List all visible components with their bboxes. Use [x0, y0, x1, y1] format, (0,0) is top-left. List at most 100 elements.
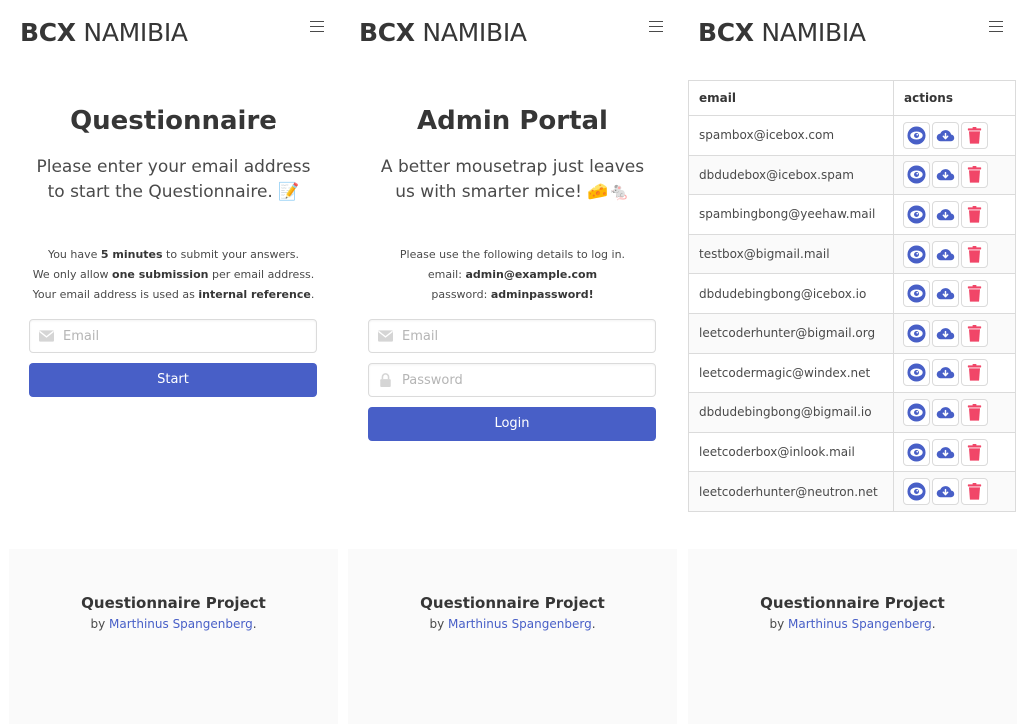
table-row: leetcoderhunter@neutron.net — [688, 471, 1016, 512]
brand-logo[interactable]: BCX NAMIBIA — [359, 18, 527, 47]
actions-cell — [893, 312, 1016, 354]
navbar: BCX NAMIBIA — [9, 0, 338, 70]
menu-burger-icon[interactable] — [649, 21, 663, 32]
email-cell: dbdudebingbong@bigmail.io — [688, 392, 894, 433]
table-row: leetcoderbox@inlook.mail — [688, 431, 1016, 473]
eye-icon — [907, 245, 926, 264]
download-button[interactable] — [932, 359, 959, 387]
email-input[interactable] — [63, 320, 313, 352]
page-subtitle: A better mousetrap just leaves us with s… — [380, 157, 645, 202]
download-button[interactable] — [932, 121, 959, 149]
email-cell: dbdudebingbong@icebox.io — [688, 273, 894, 314]
login-button[interactable]: Login — [368, 407, 656, 441]
view-button[interactable] — [903, 161, 930, 189]
delete-button[interactable] — [961, 438, 988, 466]
author-link[interactable]: Marthinus Spangenberg — [448, 617, 592, 631]
table-row: spambox@icebox.com — [688, 115, 1016, 156]
view-button[interactable] — [903, 319, 930, 347]
menu-burger-icon[interactable] — [989, 21, 1003, 32]
view-button[interactable] — [903, 398, 930, 426]
download-button[interactable] — [932, 438, 959, 466]
download-button[interactable] — [932, 280, 959, 308]
delete-button[interactable] — [961, 398, 988, 426]
eye-icon — [907, 165, 926, 184]
email-field[interactable] — [29, 319, 317, 353]
cloud-download-icon — [936, 129, 955, 142]
email-field[interactable] — [368, 319, 656, 353]
actions-column-header: actions — [893, 80, 1016, 116]
footer: Questionnaire Project by Marthinus Spang… — [688, 549, 1017, 724]
actions-cell — [893, 233, 1016, 275]
eye-icon — [907, 443, 926, 462]
trash-icon — [967, 443, 982, 461]
table-row: dbdudebingbong@bigmail.io — [688, 392, 1016, 433]
email-cell: spambox@icebox.com — [688, 115, 894, 156]
trash-icon — [967, 364, 982, 381]
footer-credit: by Marthinus Spangenberg. — [90, 617, 257, 631]
download-button[interactable] — [932, 161, 959, 189]
email-input[interactable] — [402, 320, 652, 352]
password-field[interactable] — [368, 363, 656, 397]
menu-burger-icon[interactable] — [310, 21, 324, 32]
footer: Questionnaire Project by Marthinus Spang… — [348, 549, 677, 724]
delete-button[interactable] — [961, 359, 988, 387]
author-link[interactable]: Marthinus Spangenberg — [788, 617, 932, 631]
table-row: leetcodermagic@windex.net — [688, 352, 1016, 394]
delete-button[interactable] — [961, 240, 988, 268]
view-button[interactable] — [903, 121, 930, 149]
delete-button[interactable] — [961, 280, 988, 308]
author-link[interactable]: Marthinus Spangenberg — [109, 617, 253, 631]
footer-credit: by Marthinus Spangenberg. — [429, 617, 596, 631]
envelope-icon — [378, 330, 393, 342]
download-button[interactable] — [932, 319, 959, 347]
page-subtitle: Please enter your email address to start… — [36, 157, 311, 202]
eye-icon — [907, 403, 926, 422]
cloud-download-icon — [936, 209, 955, 221]
view-button[interactable] — [903, 200, 930, 228]
download-button[interactable] — [932, 398, 959, 426]
cloud-download-icon — [936, 446, 955, 458]
footer-project-title: Questionnaire Project — [81, 594, 266, 612]
brand-logo[interactable]: BCX NAMIBIA — [20, 18, 188, 47]
brand-logo[interactable]: BCX NAMIBIA — [698, 18, 866, 47]
table-row: leetcoderhunter@bigmail.org — [688, 312, 1016, 354]
view-button[interactable] — [903, 438, 930, 466]
cloud-download-icon — [936, 169, 955, 181]
delete-button[interactable] — [961, 478, 988, 506]
trash-icon — [967, 324, 982, 342]
view-button[interactable] — [903, 359, 930, 387]
eye-icon — [907, 363, 926, 382]
actions-cell — [893, 392, 1016, 433]
delete-button[interactable] — [961, 319, 988, 347]
trash-icon — [967, 285, 982, 302]
delete-button[interactable] — [961, 121, 988, 149]
actions-cell — [893, 194, 1016, 235]
actions-cell — [893, 273, 1016, 314]
navbar: BCX NAMIBIA — [348, 0, 677, 70]
download-button[interactable] — [932, 240, 959, 268]
download-button[interactable] — [932, 200, 959, 228]
actions-cell — [893, 471, 1016, 512]
delete-button[interactable] — [961, 161, 988, 189]
lock-icon — [380, 373, 391, 387]
trash-icon — [967, 205, 982, 223]
email-cell: spambingbong@yeehaw.mail — [688, 194, 894, 235]
email-cell: leetcodermagic@windex.net — [688, 352, 894, 394]
view-button[interactable] — [903, 478, 930, 506]
admin-login-panel: BCX NAMIBIA Admin Portal A better mouset… — [348, 0, 677, 724]
view-button[interactable] — [903, 240, 930, 268]
delete-button[interactable] — [961, 200, 988, 228]
email-cell: testbox@bigmail.mail — [688, 233, 894, 275]
eye-icon — [907, 324, 926, 343]
trash-icon — [967, 126, 982, 144]
password-input[interactable] — [402, 364, 652, 396]
trash-icon — [967, 483, 982, 500]
cloud-download-icon — [936, 327, 955, 339]
submissions-table: email actions spambox@icebox.com dbdudebo… — [688, 80, 1016, 512]
download-button[interactable] — [932, 478, 959, 506]
start-button[interactable]: Start — [29, 363, 317, 397]
footer: Questionnaire Project by Marthinus Spang… — [9, 549, 338, 724]
view-button[interactable] — [903, 280, 930, 308]
trash-icon — [967, 166, 982, 183]
cloud-download-icon — [936, 248, 955, 260]
